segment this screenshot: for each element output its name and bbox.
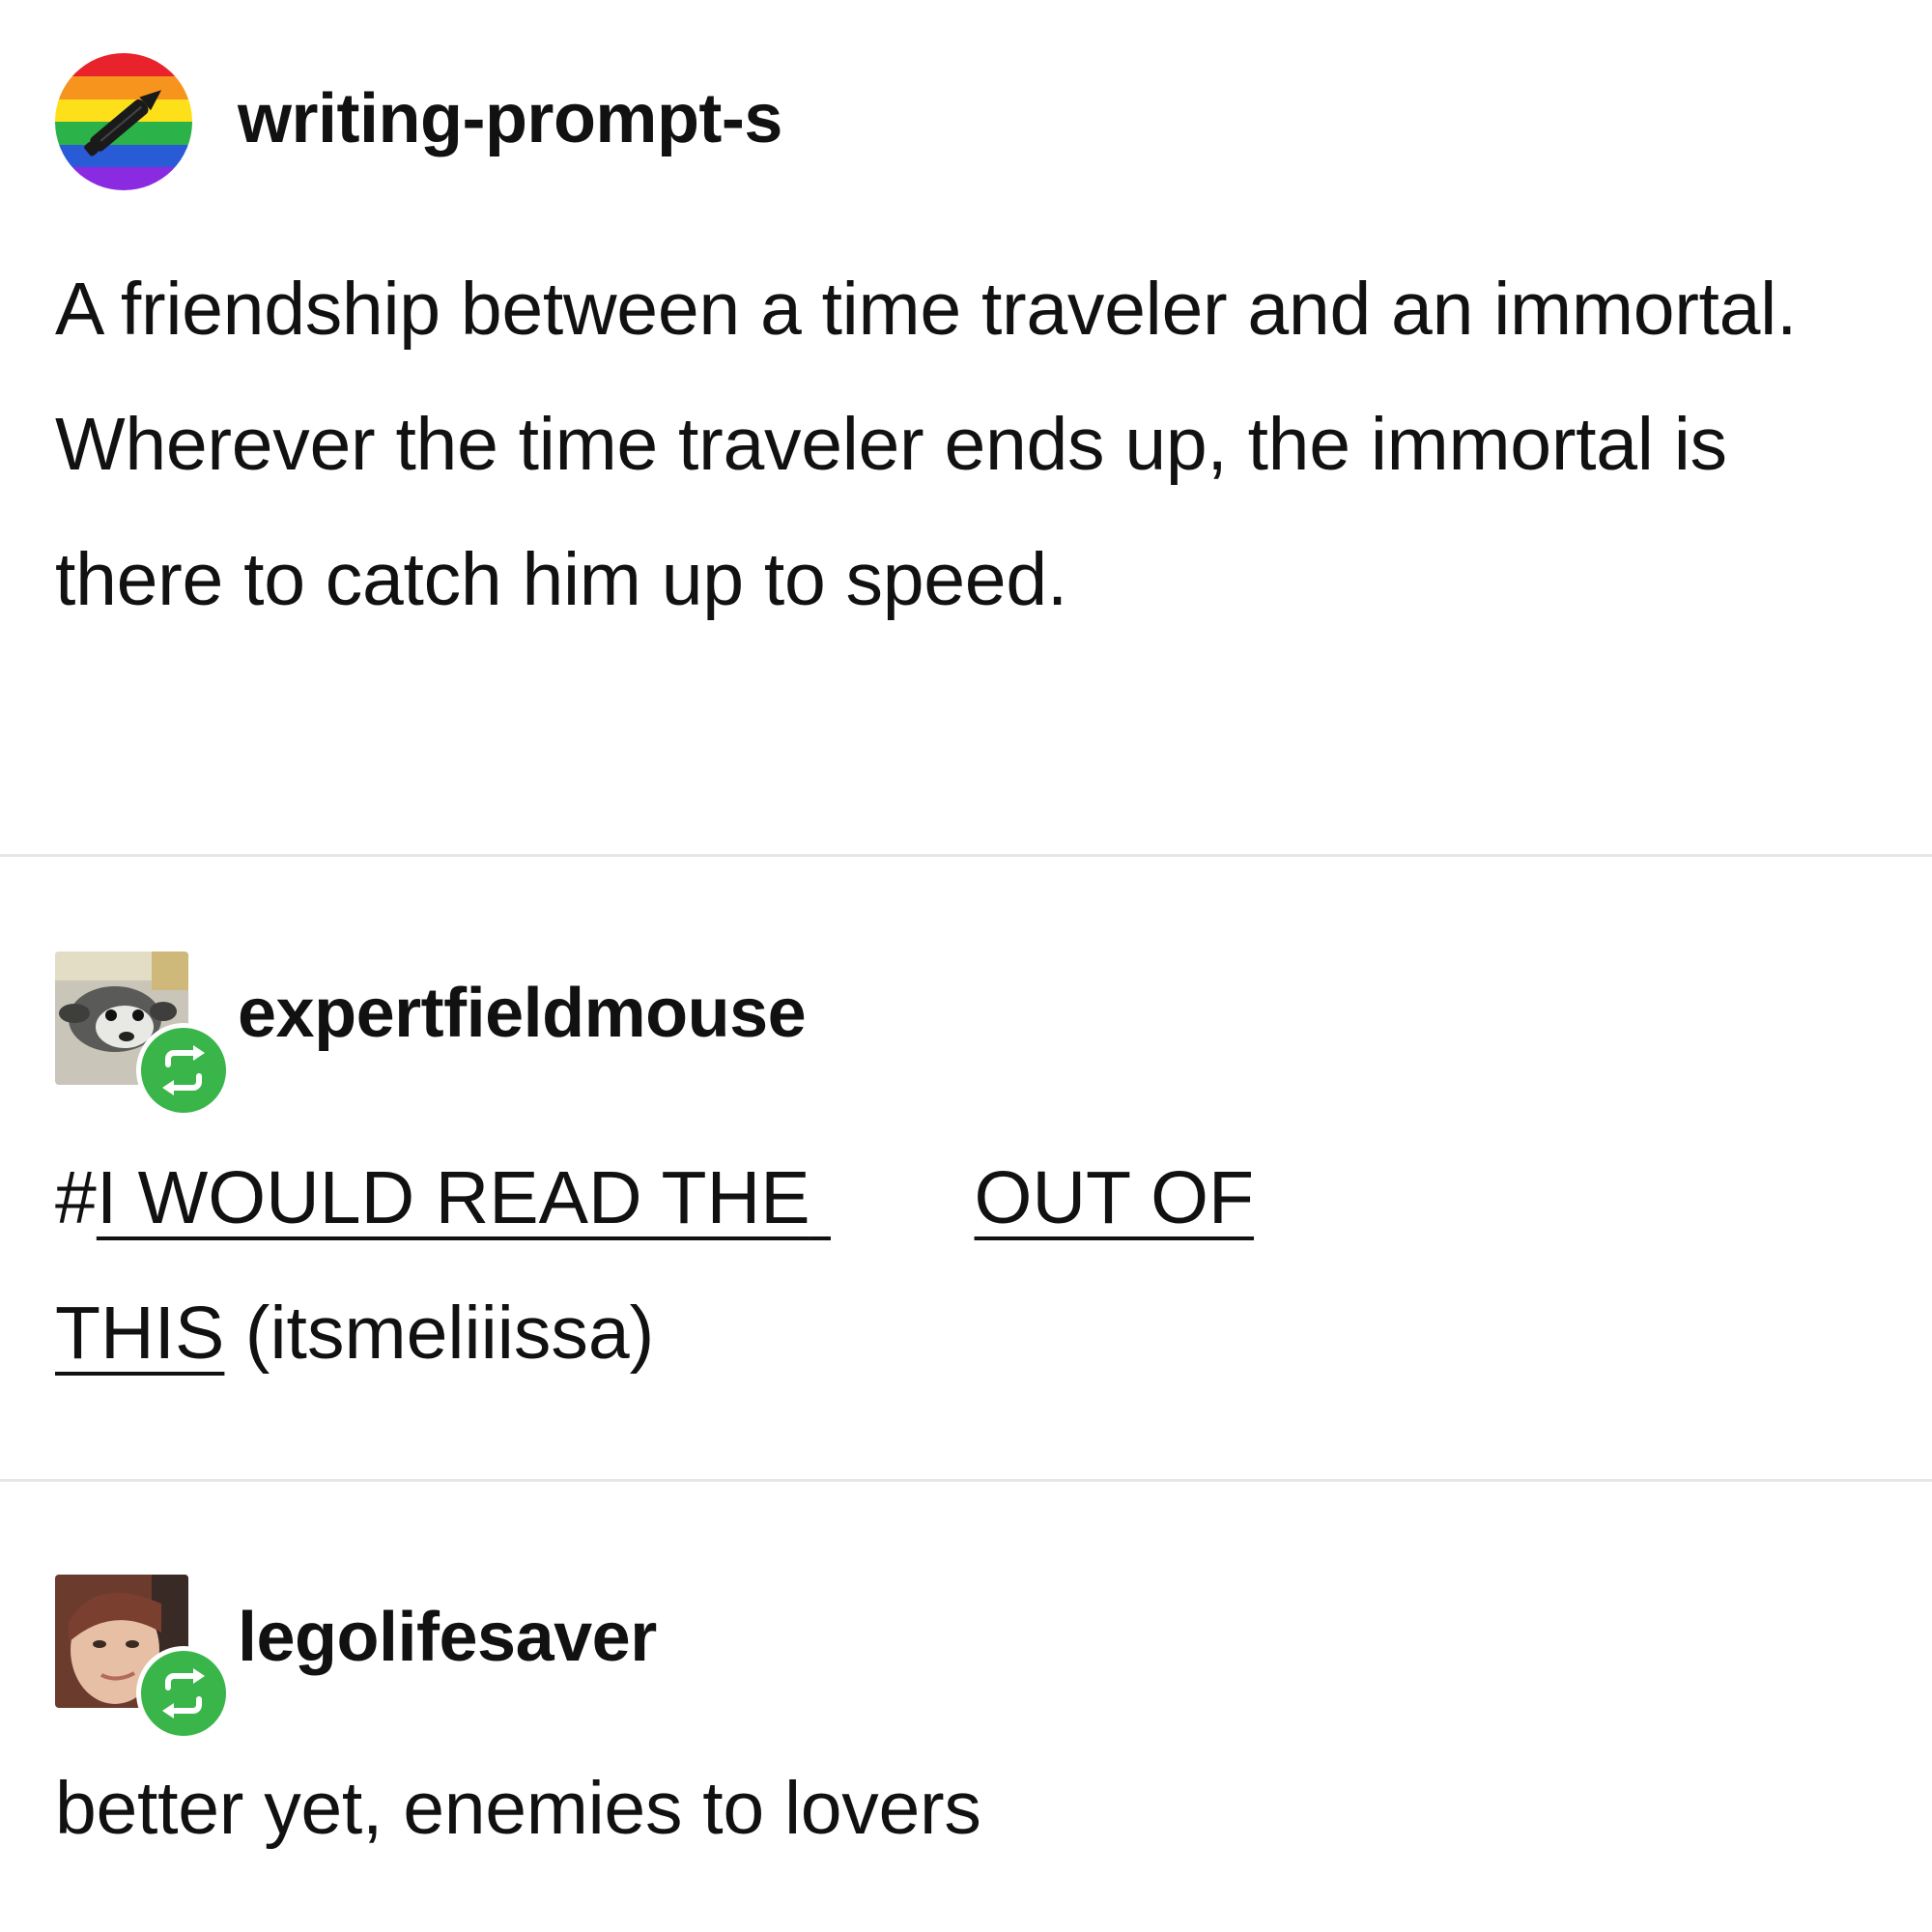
- tag-link-part2[interactable]: OUT OF: [975, 1156, 1254, 1239]
- post-author-username[interactable]: writing-prompt-s: [238, 79, 782, 158]
- avatar[interactable]: [55, 53, 192, 190]
- tag-link-part3[interactable]: THIS: [55, 1292, 224, 1375]
- tag-credit: (itsmeliiissa): [224, 1292, 655, 1375]
- post-body-text: A friendship between a time traveler and…: [55, 268, 1798, 621]
- tag-hash: #: [55, 1156, 97, 1239]
- tag-link-part1[interactable]: I WOULD READ THE: [97, 1156, 810, 1239]
- tag-line-1: #I WOULD READ THE OUT OF: [55, 1155, 1254, 1241]
- rainbow-pen-avatar-icon: [55, 53, 192, 190]
- post-divider: [0, 854, 1932, 857]
- tag-line-2: THIS (itsmeliiissa): [55, 1291, 654, 1377]
- tag-censored-word: [810, 1155, 975, 1241]
- reblog-icon: [136, 1646, 231, 1741]
- post-divider: [0, 1479, 1932, 1482]
- avatar[interactable]: [55, 1575, 231, 1741]
- reblog-author-username[interactable]: expertfieldmouse: [238, 974, 807, 1053]
- reblog-icon: [136, 1023, 231, 1118]
- reblog-author-username[interactable]: legolifesaver: [238, 1598, 657, 1677]
- avatar[interactable]: [55, 952, 231, 1118]
- reblog-body-text: better yet, enemies to lovers: [55, 1767, 981, 1850]
